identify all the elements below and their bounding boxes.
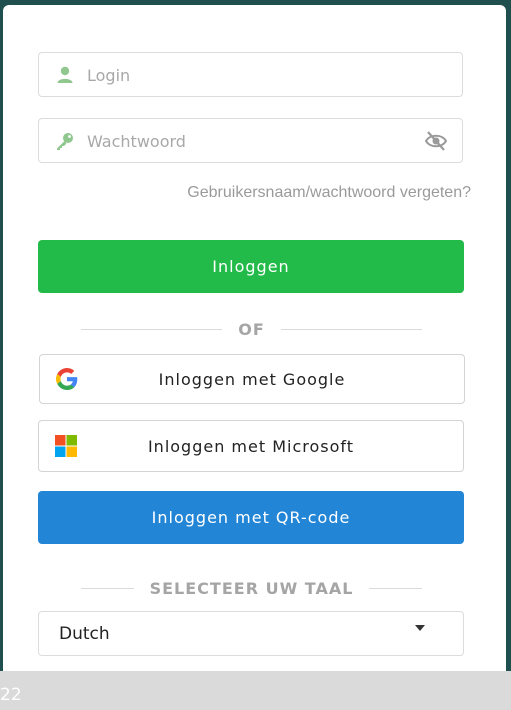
language-divider: SELECTEER UW TAAL — [81, 579, 423, 598]
qr-login-button[interactable]: Inloggen met QR-code — [38, 491, 464, 544]
user-icon — [55, 65, 75, 85]
login-field[interactable] — [38, 52, 463, 98]
eye-slash-icon[interactable] — [424, 130, 448, 152]
login-input[interactable] — [85, 53, 409, 98]
login-button-label: Inloggen — [212, 257, 290, 276]
google-icon — [56, 368, 78, 390]
language-select-value: Dutch — [59, 624, 110, 644]
password-input[interactable] — [85, 119, 409, 164]
footer-bar: 22 — [0, 671, 511, 710]
microsoft-button-label: Inloggen met Microsoft — [147, 436, 355, 456]
language-select[interactable]: Dutch — [38, 611, 464, 656]
divider-line-right — [280, 329, 422, 330]
password-field[interactable] — [38, 118, 463, 164]
login-button[interactable]: Inloggen — [38, 240, 464, 293]
divider-line-left — [81, 588, 134, 589]
divider-line-right — [369, 588, 423, 589]
or-divider-text: OF — [238, 320, 265, 339]
forgot-password-link[interactable]: Gebruikersnaam/wachtwoord vergeten? — [187, 184, 471, 202]
footer-text: 22 — [0, 685, 22, 705]
or-divider: OF — [81, 320, 422, 339]
google-login-button[interactable]: Inloggen met Google — [39, 354, 465, 404]
google-button-label: Inloggen met Google — [158, 369, 346, 389]
microsoft-login-button[interactable]: Inloggen met Microsoft — [38, 420, 464, 472]
microsoft-icon — [55, 435, 77, 457]
chevron-down-icon — [415, 625, 425, 631]
divider-line-left — [81, 329, 223, 330]
key-icon — [55, 131, 75, 151]
qr-button-label: Inloggen met QR-code — [151, 508, 351, 527]
language-heading: SELECTEER UW TAAL — [149, 579, 354, 598]
